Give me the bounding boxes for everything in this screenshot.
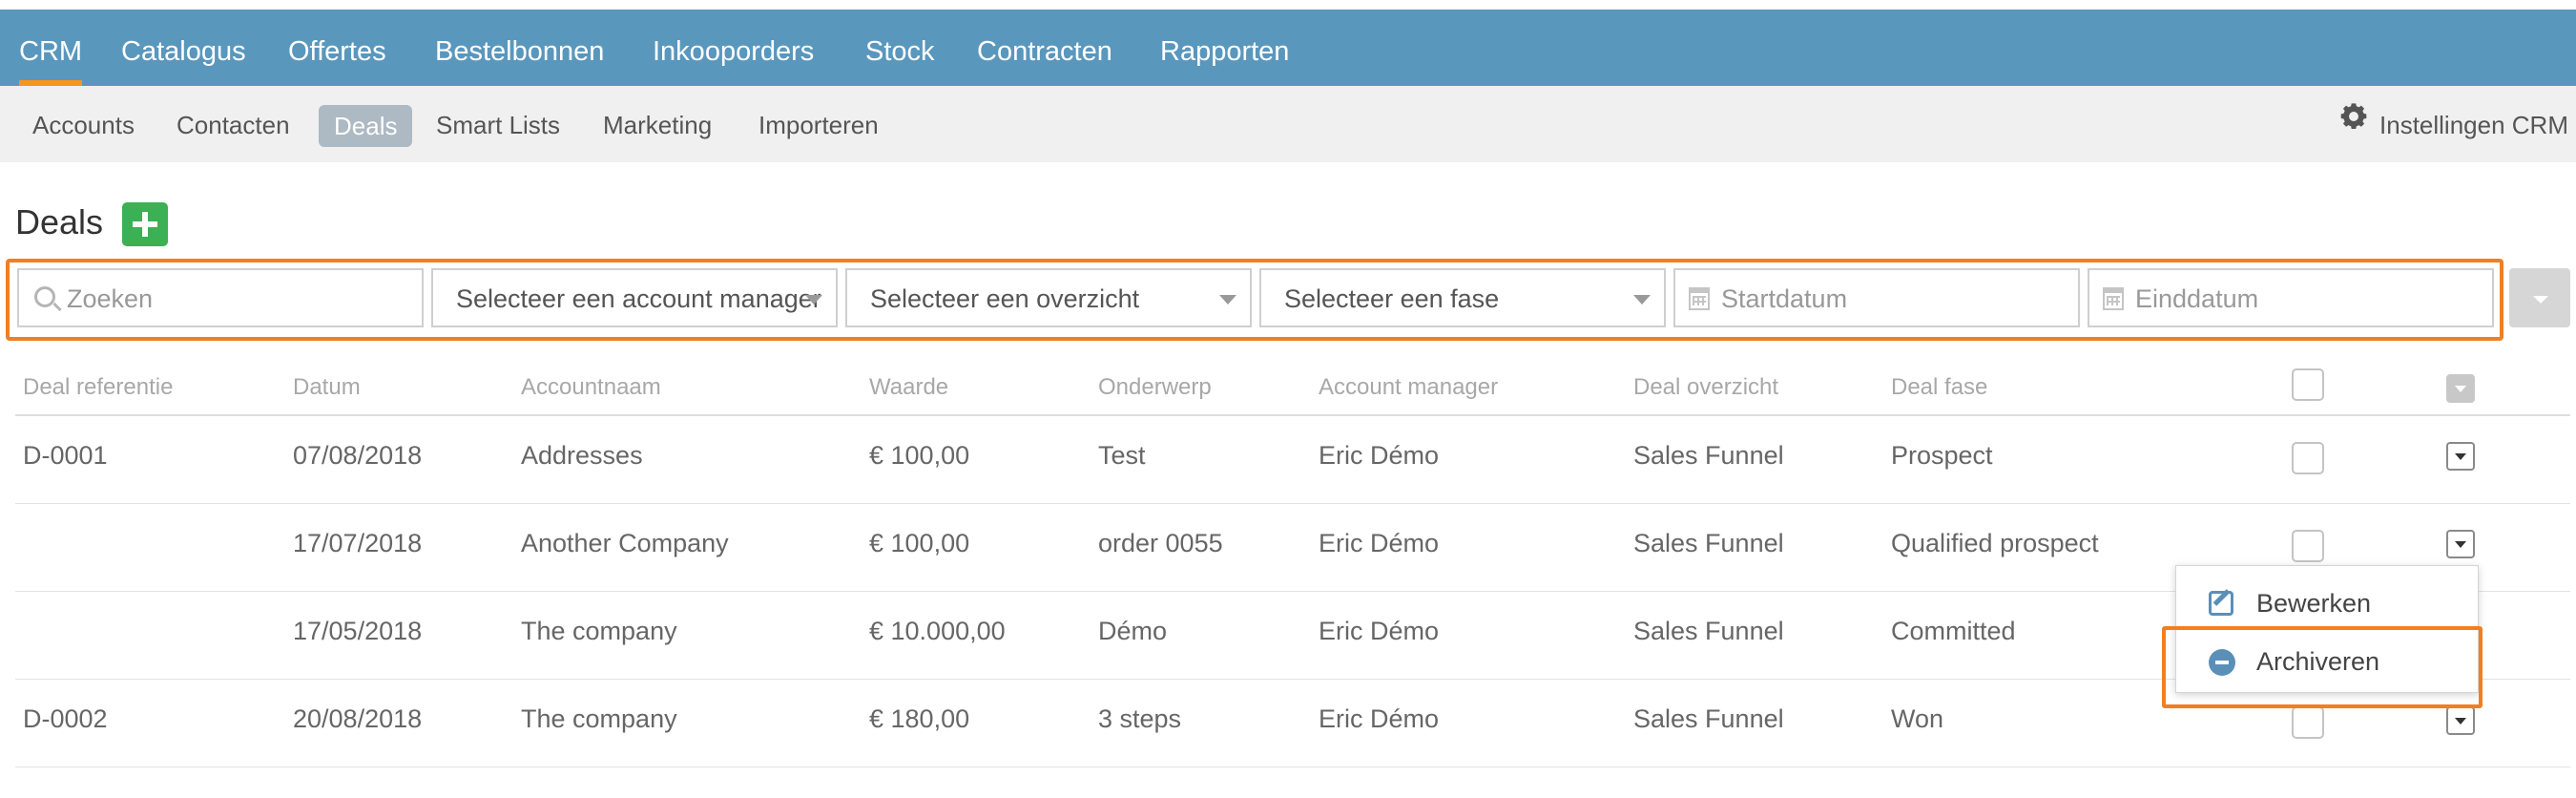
page-title: Deals — [15, 202, 104, 242]
column-header[interactable]: Account manager — [1319, 374, 1498, 401]
row-actions-dropdown[interactable] — [2446, 530, 2475, 558]
chevron-down-icon — [805, 295, 822, 304]
cell-phase: Prospect — [1891, 441, 1993, 470]
row-actions-dropdown[interactable] — [2446, 706, 2475, 735]
nav-catalogus[interactable]: Catalogus — [121, 10, 246, 86]
search-placeholder: Zoeken — [67, 284, 154, 313]
row-divider — [15, 503, 2570, 504]
nav-contracten[interactable]: Contracten — [977, 10, 1112, 86]
nav-inkooporders[interactable]: Inkooporders — [653, 10, 814, 86]
start-date-input[interactable]: Startdatum — [1673, 268, 2080, 327]
search-icon — [34, 286, 55, 307]
cell-account[interactable]: The company — [521, 704, 677, 734]
cell-subject: Démo — [1098, 617, 1168, 645]
subnav-contacten[interactable]: Contacten — [177, 86, 290, 162]
cell-value: € 180,00 — [869, 704, 970, 733]
phase-select[interactable]: Selecteer een fase — [1259, 268, 1666, 327]
row-checkbox[interactable] — [2292, 530, 2324, 562]
cell-subject: 3 steps — [1098, 704, 1182, 733]
column-header[interactable]: Deal overzicht — [1633, 374, 1778, 401]
nav-rapporten[interactable]: Rapporten — [1160, 10, 1289, 86]
cell-overview: Sales Funnel — [1633, 617, 1784, 645]
cell-reference[interactable]: D-0002 — [23, 704, 108, 734]
cell-account-manager: Eric Démo — [1319, 617, 1440, 645]
menu-item-label: Bewerken — [2256, 589, 2372, 618]
nav-offertes[interactable]: Offertes — [288, 10, 386, 86]
start-date-placeholder: Startdatum — [1721, 284, 1848, 313]
subnav-marketing[interactable]: Marketing — [603, 86, 712, 162]
nav-bestelbonnen[interactable]: Bestelbonnen — [435, 10, 604, 86]
cell-date: 07/08/2018 — [293, 441, 423, 470]
row-checkbox[interactable] — [2292, 706, 2324, 739]
cell-date: 20/08/2018 — [293, 704, 423, 733]
account-manager-select[interactable]: Selecteer een account manager — [431, 268, 838, 327]
end-date-input[interactable]: Einddatum — [2088, 268, 2494, 327]
cell-overview: Sales Funnel — [1633, 441, 1784, 470]
cell-subject: order 0055 — [1098, 529, 1223, 557]
cell-phase: Qualified prospect — [1891, 529, 2099, 557]
search-input[interactable]: Zoeken — [17, 268, 424, 327]
cell-account[interactable]: The company — [521, 617, 677, 646]
subnav-smart-lists[interactable]: Smart Lists — [436, 86, 560, 162]
edit-icon — [2209, 591, 2233, 616]
column-header[interactable]: Deal fase — [1891, 374, 1987, 401]
bulk-actions-dropdown[interactable] — [2446, 374, 2475, 403]
cell-account-manager: Eric Démo — [1319, 704, 1440, 733]
phase-value: Selecteer een fase — [1284, 284, 1500, 313]
row-actions-menu: Bewerken Archiveren — [2175, 565, 2479, 693]
nav-stock[interactable]: Stock — [865, 10, 935, 86]
more-filters-button[interactable] — [2509, 268, 2570, 327]
overview-value: Selecteer een overzicht — [870, 284, 1140, 313]
end-date-placeholder: Einddatum — [2135, 284, 2259, 313]
cell-date: 17/05/2018 — [293, 617, 423, 645]
cell-reference[interactable]: D-0001 — [23, 441, 108, 471]
cell-phase: Committed — [1891, 617, 2016, 645]
sub-nav: Accounts Contacten Deals Smart Lists Mar… — [0, 86, 2576, 162]
cell-phase: Won — [1891, 704, 1944, 733]
gear-icon — [2337, 85, 2370, 163]
calendar-icon — [2103, 287, 2124, 310]
row-divider — [15, 766, 2570, 767]
cell-account-manager: Eric Démo — [1319, 441, 1440, 470]
cell-overview: Sales Funnel — [1633, 704, 1784, 733]
main-nav: CRM Catalogus Offertes Bestelbonnen Inko… — [0, 10, 2576, 86]
cell-account[interactable]: Addresses — [521, 441, 643, 471]
settings-crm-link[interactable]: Instellingen CRM — [2337, 86, 2568, 162]
column-header[interactable]: Waarde — [869, 374, 948, 401]
cell-date: 17/07/2018 — [293, 529, 423, 557]
column-header[interactable]: Accountnaam — [521, 374, 661, 401]
row-actions-dropdown[interactable] — [2446, 442, 2475, 471]
chevron-down-icon — [1633, 295, 1651, 304]
nav-crm[interactable]: CRM — [19, 10, 83, 86]
subnav-deals[interactable]: Deals — [319, 105, 413, 147]
account-manager-value: Selecteer een account manager — [456, 284, 821, 313]
header-divider — [15, 414, 2570, 416]
minus-circle-icon — [2209, 649, 2235, 676]
row-checkbox[interactable] — [2292, 442, 2324, 474]
overview-select[interactable]: Selecteer een overzicht — [845, 268, 1252, 327]
cell-account[interactable]: Another Company — [521, 529, 729, 558]
cell-overview: Sales Funnel — [1633, 529, 1784, 557]
settings-label: Instellingen CRM — [2379, 111, 2568, 139]
cell-value: € 100,00 — [869, 441, 970, 470]
cell-account-manager: Eric Démo — [1319, 529, 1440, 557]
cell-subject: Test — [1098, 441, 1146, 470]
menu-item-label: Archiveren — [2256, 647, 2380, 676]
column-header[interactable]: Deal referentie — [23, 374, 173, 401]
chevron-down-icon — [1219, 295, 1236, 304]
cell-value: € 10.000,00 — [869, 617, 1006, 645]
column-header[interactable]: Onderwerp — [1098, 374, 1212, 401]
select-all-checkbox[interactable] — [2292, 368, 2324, 401]
add-deal-button[interactable] — [122, 202, 168, 246]
cell-value: € 100,00 — [869, 529, 970, 557]
subnav-accounts[interactable]: Accounts — [32, 86, 135, 162]
calendar-icon — [1689, 287, 1710, 310]
column-header[interactable]: Datum — [293, 374, 361, 401]
subnav-importeren[interactable]: Importeren — [758, 86, 879, 162]
